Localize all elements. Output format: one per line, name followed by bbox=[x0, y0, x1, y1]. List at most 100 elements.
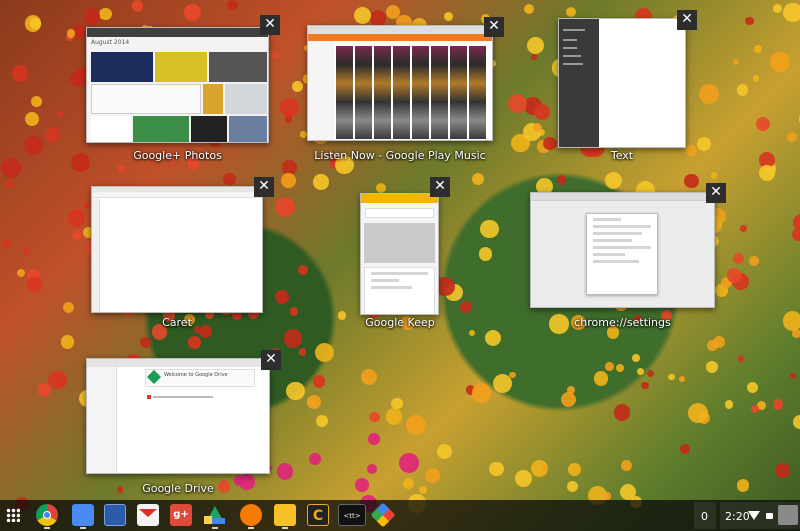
notification-tray[interactable]: 0 bbox=[694, 502, 716, 529]
flower-petal bbox=[493, 374, 513, 394]
terminal-icon[interactable]: <tt> bbox=[338, 504, 366, 526]
flower-petal bbox=[66, 29, 75, 38]
flower-petal bbox=[403, 478, 414, 489]
flower-petal bbox=[25, 111, 40, 126]
flower-petal bbox=[5, 179, 13, 188]
flower-petal bbox=[290, 307, 299, 316]
window-google-drive[interactable]: Welcome to Google Drive bbox=[86, 358, 270, 474]
avatar[interactable] bbox=[778, 505, 798, 525]
window-google-photos[interactable]: August 2014 bbox=[86, 27, 269, 143]
app-launcher-icon[interactable] bbox=[6, 508, 20, 522]
flower-petal bbox=[271, 52, 279, 60]
flower-petal bbox=[391, 397, 403, 410]
play-music-icon[interactable] bbox=[240, 504, 262, 529]
flower-petal bbox=[561, 391, 577, 407]
flower-petal bbox=[31, 96, 42, 107]
flower-petal bbox=[594, 371, 609, 386]
flower-petal bbox=[751, 405, 759, 413]
flower-petal bbox=[603, 492, 612, 501]
flower-petal bbox=[755, 116, 771, 132]
flower-petal bbox=[632, 353, 640, 362]
files-icon[interactable] bbox=[72, 504, 94, 529]
flower-petal bbox=[725, 400, 734, 409]
drive-banner-text: Welcome to Google Drive bbox=[164, 372, 228, 378]
flower-petal bbox=[184, 3, 202, 21]
flower-petal bbox=[541, 464, 548, 472]
flower-petal bbox=[71, 229, 82, 240]
flower-petal bbox=[368, 432, 381, 445]
flower-petal bbox=[534, 103, 551, 120]
flower-petal bbox=[478, 247, 493, 261]
flower-petal bbox=[313, 375, 326, 388]
flower-petal bbox=[615, 363, 624, 373]
chrome-window-icon[interactable] bbox=[104, 504, 126, 526]
flower-petal bbox=[23, 135, 44, 156]
photos-header-label: August 2014 bbox=[91, 39, 130, 46]
flower-petal bbox=[48, 370, 68, 390]
flower-petal bbox=[337, 311, 347, 320]
keep-icon[interactable] bbox=[274, 504, 296, 529]
close-google-photos-button[interactable]: ✕ bbox=[260, 15, 280, 35]
window-google-keep[interactable] bbox=[360, 193, 439, 315]
flower-petal bbox=[488, 461, 504, 477]
flower-petal bbox=[131, 0, 144, 13]
flower-petal bbox=[621, 459, 633, 471]
flower-petal bbox=[1, 157, 22, 178]
flower-petal bbox=[471, 383, 492, 403]
flower-petal bbox=[647, 369, 655, 377]
window-title-google-keep: Google Keep bbox=[365, 316, 435, 329]
flower-petal bbox=[275, 289, 290, 304]
flower-petal bbox=[223, 172, 237, 186]
flower-petal bbox=[299, 130, 307, 139]
close-chrome-settings-button[interactable]: ✕ bbox=[706, 183, 726, 203]
close-google-keep-button[interactable]: ✕ bbox=[430, 177, 450, 197]
flower-petal bbox=[687, 403, 708, 424]
gmail-icon[interactable] bbox=[137, 504, 159, 526]
google-plus-icon[interactable]: g+ bbox=[170, 504, 192, 526]
flower-petal bbox=[62, 301, 75, 314]
flower-petal bbox=[782, 311, 800, 331]
flower-petal bbox=[619, 484, 636, 501]
flower-petal bbox=[707, 339, 718, 351]
flower-petal bbox=[783, 2, 800, 23]
status-area[interactable]: 2:20 bbox=[720, 502, 800, 529]
flower-petal bbox=[754, 44, 763, 53]
flower-petal bbox=[369, 411, 380, 423]
photos-icon[interactable] bbox=[370, 502, 396, 528]
drive-icon[interactable] bbox=[204, 504, 226, 529]
window-text[interactable] bbox=[558, 18, 686, 148]
close-caret-button[interactable]: ✕ bbox=[254, 177, 274, 197]
flower-petal bbox=[274, 196, 295, 217]
flower-petal bbox=[424, 467, 440, 483]
flower-petal bbox=[297, 264, 308, 275]
lock-icon bbox=[766, 513, 773, 519]
shelf: g+ C <tt> 0 2:20 bbox=[0, 500, 800, 531]
close-play-music-button[interactable]: ✕ bbox=[484, 17, 504, 37]
flower-petal bbox=[732, 58, 740, 66]
window-chrome-settings[interactable] bbox=[530, 192, 715, 308]
caret-icon[interactable]: C bbox=[307, 504, 329, 526]
close-google-drive-button[interactable]: ✕ bbox=[261, 350, 281, 370]
flower-petal bbox=[508, 94, 527, 113]
flower-petal bbox=[460, 301, 472, 313]
flower-petal bbox=[736, 479, 750, 492]
flower-petal bbox=[641, 381, 649, 390]
flower-petal bbox=[280, 98, 299, 117]
window-title-chrome-settings: chrome://settings bbox=[574, 316, 671, 329]
flower-petal bbox=[527, 37, 544, 54]
window-caret[interactable] bbox=[91, 186, 263, 313]
window-title-text: Text bbox=[610, 149, 634, 162]
chrome-icon[interactable] bbox=[36, 504, 58, 529]
flower-petal bbox=[30, 17, 42, 29]
flower-petal bbox=[668, 373, 675, 381]
flower-petal bbox=[745, 16, 754, 26]
flower-petal bbox=[399, 453, 419, 473]
window-title-play-music: Listen Now - Google Play Music bbox=[314, 149, 486, 162]
close-text-button[interactable]: ✕ bbox=[677, 10, 697, 30]
flower-petal bbox=[26, 276, 42, 292]
flower-petal bbox=[567, 480, 578, 492]
flower-petal bbox=[316, 415, 329, 427]
window-play-music[interactable] bbox=[307, 25, 493, 141]
flower-petal bbox=[286, 381, 305, 401]
flower-petal bbox=[531, 54, 538, 61]
